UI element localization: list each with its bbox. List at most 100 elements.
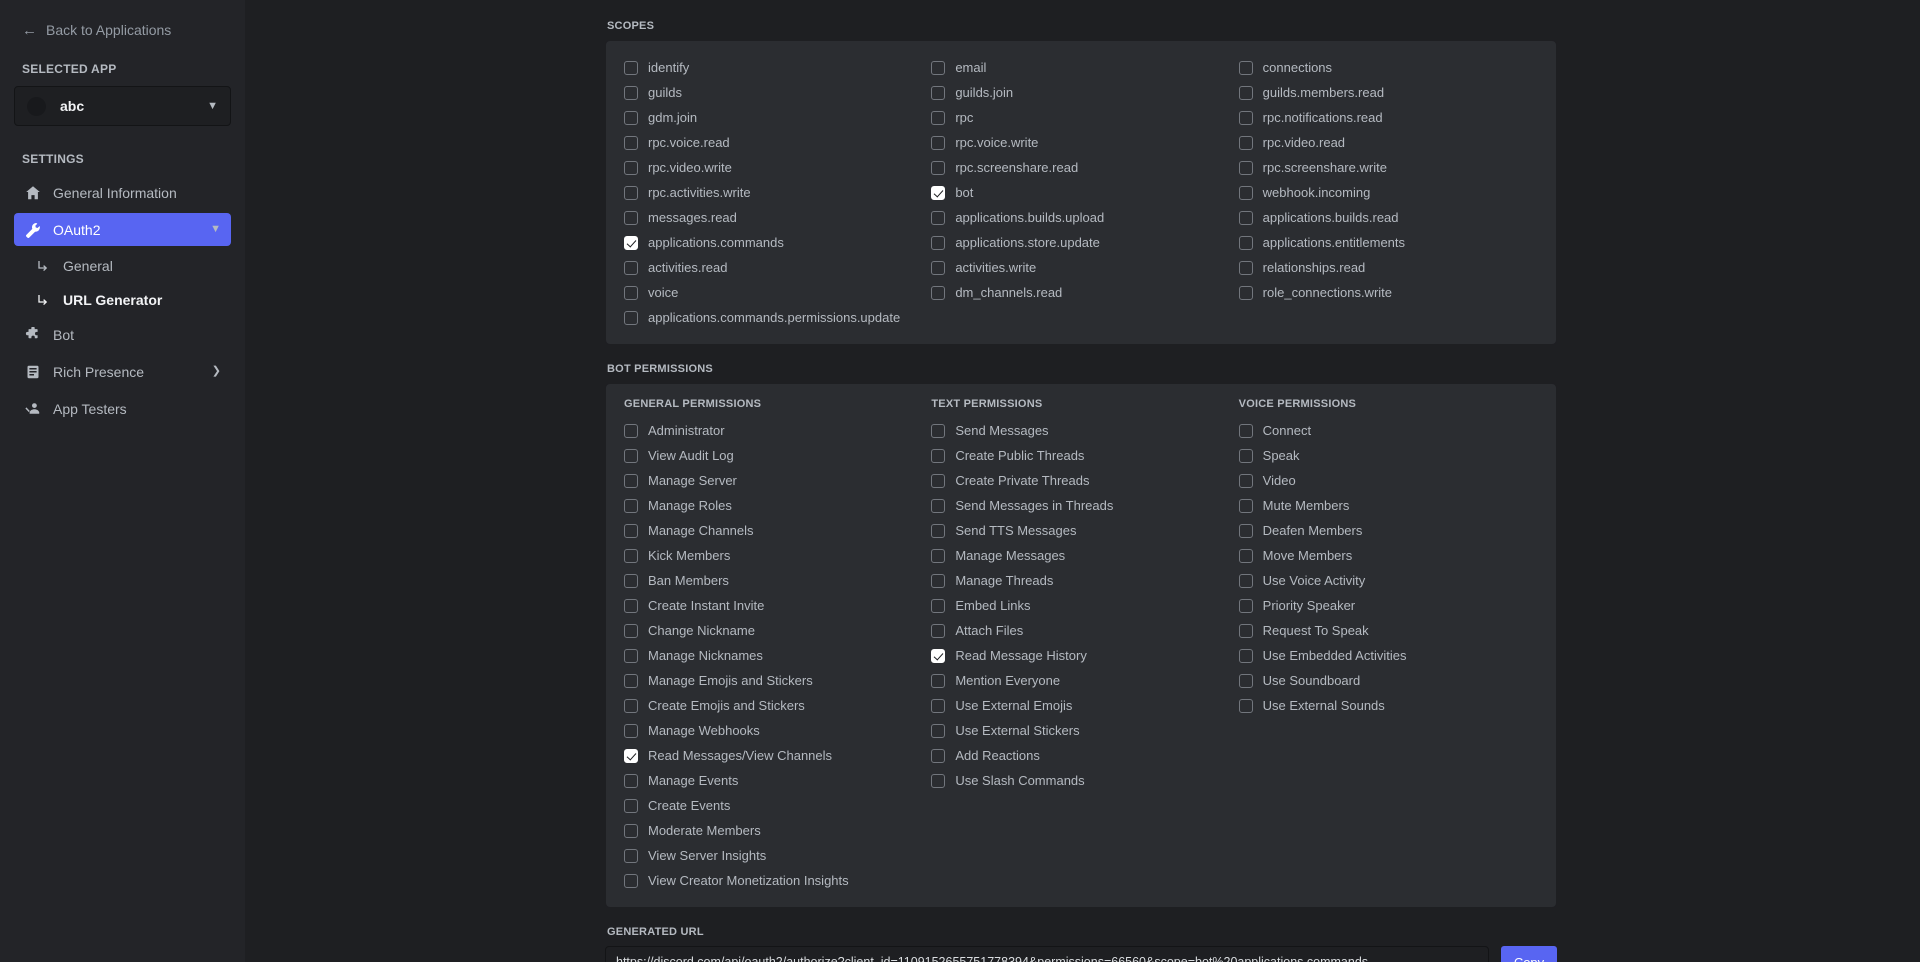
checkbox-icon[interactable] <box>931 723 946 738</box>
scope-checkbox-row[interactable]: rpc.screenshare.write <box>1235 155 1542 180</box>
checkbox-icon[interactable] <box>1238 498 1253 513</box>
checkbox-icon[interactable] <box>624 110 638 125</box>
checkbox-icon[interactable] <box>624 448 638 463</box>
checkbox-icon[interactable] <box>624 598 638 613</box>
checkbox-icon[interactable] <box>931 285 946 300</box>
checkbox-icon[interactable] <box>931 160 946 175</box>
checkbox-icon[interactable] <box>624 473 638 488</box>
scope-checkbox-row[interactable]: applications.builds.upload <box>927 205 1234 230</box>
permission-checkbox-row[interactable]: Change Nickname <box>620 618 927 643</box>
checkbox-icon[interactable] <box>1238 598 1253 613</box>
permission-checkbox-row[interactable]: Create Private Threads <box>927 468 1234 493</box>
checkbox-icon[interactable] <box>931 473 946 488</box>
checkbox-icon[interactable] <box>931 498 946 513</box>
checkbox-icon[interactable] <box>1238 260 1253 275</box>
checkbox-icon[interactable] <box>624 85 638 100</box>
checkbox-icon[interactable] <box>624 310 638 325</box>
checkbox-icon[interactable] <box>931 448 946 463</box>
permission-checkbox-row[interactable]: Manage Messages <box>927 543 1234 568</box>
permission-checkbox-row[interactable]: Use Embedded Activities <box>1235 643 1542 668</box>
scope-checkbox-row[interactable]: dm_channels.read <box>927 280 1234 305</box>
scope-checkbox-row[interactable]: activities.write <box>927 255 1234 280</box>
checkbox-icon[interactable] <box>624 548 638 563</box>
permission-checkbox-row[interactable]: Move Members <box>1235 543 1542 568</box>
permission-checkbox-row[interactable]: Send Messages <box>927 418 1234 443</box>
scope-checkbox-row[interactable]: applications.commands <box>620 230 927 255</box>
scope-checkbox-row[interactable]: rpc.video.write <box>620 155 927 180</box>
permission-checkbox-row[interactable]: Send TTS Messages <box>927 518 1234 543</box>
permission-checkbox-row[interactable]: Manage Server <box>620 468 927 493</box>
permission-checkbox-row[interactable]: Use External Emojis <box>927 693 1234 718</box>
scope-checkbox-row[interactable]: guilds.join <box>927 80 1234 105</box>
permission-checkbox-row[interactable]: Manage Channels <box>620 518 927 543</box>
checkbox-checked-icon[interactable] <box>931 185 946 200</box>
checkbox-icon[interactable] <box>1238 673 1253 688</box>
permission-checkbox-row[interactable]: Manage Roles <box>620 493 927 518</box>
permission-checkbox-row[interactable]: View Creator Monetization Insights <box>620 868 927 893</box>
permission-checkbox-row[interactable]: View Audit Log <box>620 443 927 468</box>
checkbox-icon[interactable] <box>624 60 638 75</box>
scope-checkbox-row[interactable]: rpc.screenshare.read <box>927 155 1234 180</box>
checkbox-icon[interactable] <box>931 623 946 638</box>
checkbox-icon[interactable] <box>931 60 946 75</box>
sidebar-item-general-information[interactable]: General Information <box>14 176 231 209</box>
checkbox-icon[interactable] <box>931 548 946 563</box>
scope-checkbox-row[interactable]: guilds <box>620 80 927 105</box>
checkbox-icon[interactable] <box>1238 85 1253 100</box>
checkbox-icon[interactable] <box>1238 135 1253 150</box>
checkbox-icon[interactable] <box>1238 573 1253 588</box>
checkbox-icon[interactable] <box>624 773 638 788</box>
permission-checkbox-row[interactable]: Create Instant Invite <box>620 593 927 618</box>
permission-checkbox-row[interactable]: Administrator <box>620 418 927 443</box>
scope-checkbox-row[interactable]: relationships.read <box>1235 255 1542 280</box>
permission-checkbox-row[interactable]: Use Soundboard <box>1235 668 1542 693</box>
permission-checkbox-row[interactable]: Video <box>1235 468 1542 493</box>
back-to-applications-link[interactable]: ← Back to Applications <box>14 18 231 42</box>
checkbox-icon[interactable] <box>931 523 946 538</box>
checkbox-icon[interactable] <box>931 698 946 713</box>
scope-checkbox-row[interactable]: rpc <box>927 105 1234 130</box>
permission-checkbox-row[interactable]: Connect <box>1235 418 1542 443</box>
checkbox-icon[interactable] <box>1238 473 1253 488</box>
scope-checkbox-row[interactable]: activities.read <box>620 255 927 280</box>
checkbox-icon[interactable] <box>1238 235 1253 250</box>
scope-checkbox-row[interactable]: webhook.incoming <box>1235 180 1542 205</box>
permission-checkbox-row[interactable]: Manage Emojis and Stickers <box>620 668 927 693</box>
selected-app-dropdown[interactable]: abc ▼ <box>14 86 231 126</box>
checkbox-icon[interactable] <box>1238 548 1253 563</box>
checkbox-icon[interactable] <box>1238 623 1253 638</box>
checkbox-icon[interactable] <box>624 185 638 200</box>
checkbox-icon[interactable] <box>624 210 638 225</box>
checkbox-icon[interactable] <box>1238 285 1253 300</box>
scope-checkbox-row[interactable]: bot <box>927 180 1234 205</box>
permission-checkbox-row[interactable]: Manage Nicknames <box>620 643 927 668</box>
permission-checkbox-row[interactable]: View Server Insights <box>620 843 927 868</box>
scope-checkbox-row[interactable]: rpc.notifications.read <box>1235 105 1542 130</box>
checkbox-icon[interactable] <box>624 648 638 663</box>
permission-checkbox-row[interactable]: Create Public Threads <box>927 443 1234 468</box>
scope-checkbox-row[interactable]: guilds.members.read <box>1235 80 1542 105</box>
checkbox-icon[interactable] <box>624 673 638 688</box>
checkbox-icon[interactable] <box>931 673 946 688</box>
checkbox-icon[interactable] <box>624 423 638 438</box>
permission-checkbox-row[interactable]: Moderate Members <box>620 818 927 843</box>
checkbox-icon[interactable] <box>1238 60 1253 75</box>
permission-checkbox-row[interactable]: Create Events <box>620 793 927 818</box>
scope-checkbox-row[interactable]: applications.entitlements <box>1235 230 1542 255</box>
checkbox-icon[interactable] <box>1238 448 1253 463</box>
sidebar-item-oauth2-general[interactable]: General <box>14 250 231 281</box>
checkbox-icon[interactable] <box>624 798 638 813</box>
checkbox-icon[interactable] <box>624 260 638 275</box>
scope-checkbox-row[interactable]: rpc.voice.read <box>620 130 927 155</box>
permission-checkbox-row[interactable]: Read Message History <box>927 643 1234 668</box>
checkbox-icon[interactable] <box>624 498 638 513</box>
checkbox-icon[interactable] <box>624 523 638 538</box>
sidebar-item-bot[interactable]: Bot <box>14 318 231 351</box>
checkbox-icon[interactable] <box>624 573 638 588</box>
checkbox-icon[interactable] <box>931 85 946 100</box>
checkbox-checked-icon[interactable] <box>624 235 638 250</box>
sidebar-item-oauth2[interactable]: OAuth2 ▼ <box>14 213 231 246</box>
permission-checkbox-row[interactable]: Request To Speak <box>1235 618 1542 643</box>
checkbox-icon[interactable] <box>931 260 946 275</box>
checkbox-icon[interactable] <box>1238 160 1253 175</box>
